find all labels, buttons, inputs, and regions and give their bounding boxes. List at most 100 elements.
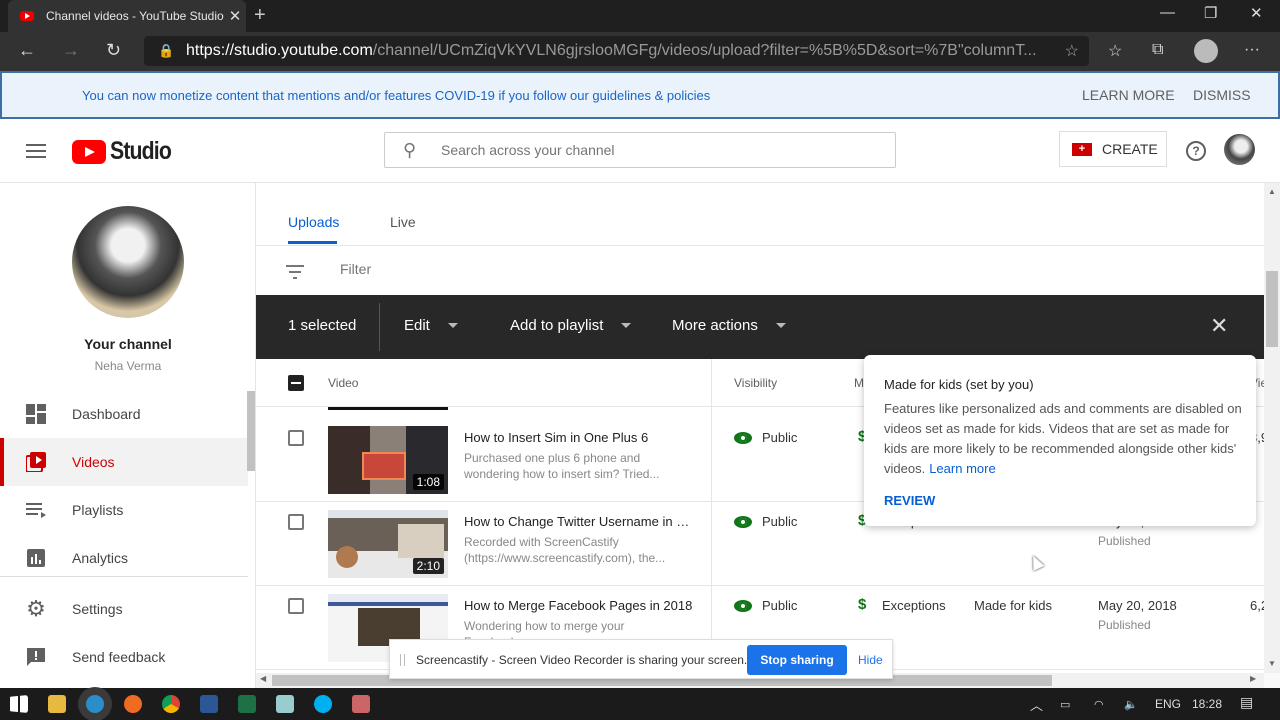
sidebar-item-send-feedback[interactable]: Send feedback [0, 633, 248, 681]
video-thumbnail[interactable]: 2:10 [328, 510, 448, 578]
address-bar-row: ← → ↻ 🔒 https://studio.youtube.com/chann… [0, 32, 1280, 71]
audience-status[interactable]: Made for kids [974, 598, 1052, 613]
close-tab-icon[interactable]: ✕ [224, 7, 246, 25]
new-tab-icon[interactable]: + [254, 4, 266, 27]
url-host: https://studio.youtube.com [186, 42, 373, 59]
sidebar-scrollbar[interactable] [247, 391, 255, 471]
close-icon[interactable]: ✕ [1210, 313, 1228, 339]
help-icon[interactable]: ? [1186, 141, 1206, 161]
column-video[interactable]: Video [328, 376, 358, 390]
forward-icon[interactable]: → [62, 40, 80, 61]
column-monetization[interactable]: M [854, 376, 864, 390]
review-button[interactable]: REVIEW [884, 493, 935, 508]
visibility-cell[interactable]: Public [734, 430, 797, 445]
drag-handle-icon[interactable] [400, 654, 405, 666]
volume-icon[interactable]: 🔈 [1124, 698, 1138, 711]
reload-icon[interactable]: ↻ [106, 40, 121, 61]
collections-icon[interactable]: ⧉ [1152, 41, 1163, 59]
notifications-icon[interactable]: ▤ [1240, 694, 1253, 711]
learn-more-link[interactable]: Learn more [929, 461, 995, 476]
video-title[interactable]: How to Merge Facebook Pages in 2018 [464, 598, 694, 613]
channel-avatar[interactable] [72, 206, 184, 318]
language-indicator[interactable]: ENG [1155, 697, 1181, 711]
scroll-down-icon[interactable]: ▼ [1268, 659, 1276, 668]
minimize-icon[interactable]: — [1160, 4, 1175, 21]
wifi-icon[interactable]: ◠ [1094, 698, 1104, 711]
scrollbar-thumb[interactable] [1266, 271, 1278, 347]
show-hidden-icons-icon[interactable]: ︿ [1030, 695, 1043, 714]
notepad-icon[interactable] [276, 695, 294, 713]
chrome-icon[interactable] [162, 695, 180, 713]
video-thumbnail[interactable]: 1:08 [328, 426, 448, 494]
word-icon[interactable] [200, 695, 218, 713]
stop-sharing-button[interactable]: Stop sharing [747, 645, 847, 675]
studio-logo[interactable]: Studio [72, 137, 182, 166]
windows-start-icon[interactable] [10, 695, 28, 713]
more-actions-dropdown[interactable]: More actions [672, 317, 786, 334]
filter-icon[interactable] [286, 265, 304, 283]
monetization-status[interactable]: Exceptions [882, 598, 946, 613]
video-title[interactable]: How to Change Twitter Username in 2... [464, 514, 694, 529]
vertical-scrollbar[interactable]: ▲ ▼ [1264, 183, 1280, 673]
file-explorer-icon[interactable] [48, 695, 66, 713]
close-window-icon[interactable]: ✕ [1250, 4, 1263, 22]
edge-icon[interactable] [86, 695, 104, 713]
url-path: /channel/UCmZiqVkYVLN6gjrslooMGFg/videos… [372, 42, 1037, 59]
visibility-cell[interactable]: Public [734, 598, 797, 613]
row-checkbox[interactable] [288, 430, 304, 446]
browser-tab[interactable]: Channel videos - YouTube Studio ✕ [8, 0, 246, 32]
your-channel-label[interactable]: Your channel [0, 336, 256, 352]
add-to-playlist-dropdown[interactable]: Add to playlist [510, 317, 632, 334]
visibility-cell[interactable]: Public [734, 514, 797, 529]
studio-header: Studio ⚲ + CREATE ? [0, 119, 1280, 183]
clock[interactable]: 18:28 [1192, 697, 1222, 711]
favorites-icon[interactable]: ☆ [1108, 41, 1122, 61]
profile-icon[interactable] [1194, 39, 1218, 63]
filter-input[interactable] [340, 261, 521, 277]
hamburger-menu-icon[interactable] [26, 144, 46, 158]
tab-uploads[interactable]: Uploads [288, 214, 339, 244]
browser-tab-bar: Channel videos - YouTube Studio ✕ + — ❐ … [0, 0, 1280, 32]
previous-row-thumbnail [328, 407, 448, 410]
search-icon: ⚲ [403, 139, 417, 160]
video-title[interactable]: How to Insert Sim in One Plus 6 [464, 430, 694, 445]
chevron-down-icon [447, 323, 458, 328]
sidebar-item-playlists[interactable]: Playlists [0, 486, 248, 534]
row-checkbox[interactable] [288, 598, 304, 614]
eye-icon [734, 599, 752, 612]
more-menu-icon[interactable]: ··· [1244, 41, 1260, 59]
battery-icon[interactable]: ▭ [1060, 698, 1070, 711]
excel-icon[interactable] [238, 695, 256, 713]
hide-button[interactable]: Hide [858, 653, 883, 667]
row-checkbox[interactable] [288, 514, 304, 530]
url-bar[interactable]: 🔒 https://studio.youtube.com/channel/UCm… [144, 36, 1089, 66]
tab-live[interactable]: Live [390, 214, 416, 230]
snipping-tool-icon[interactable] [352, 695, 370, 713]
learn-more-button[interactable]: LEARN MORE [1082, 87, 1175, 103]
firefox-icon[interactable] [124, 695, 142, 713]
sidebar-item-label: Videos [72, 454, 115, 470]
sidebar-item-dashboard[interactable]: Dashboard [0, 390, 248, 438]
back-icon[interactable]: ← [18, 40, 36, 61]
restore-icon[interactable]: ❐ [1204, 4, 1217, 22]
sidebar-item-label: Dashboard [72, 406, 141, 422]
create-button[interactable]: + CREATE [1059, 131, 1167, 167]
search-box[interactable]: ⚲ [384, 132, 896, 168]
star-icon[interactable]: ☆ [1065, 41, 1079, 61]
upload-date: May 20, 2018 [1098, 598, 1177, 613]
column-visibility[interactable]: Visibility [734, 376, 777, 390]
account-avatar[interactable] [1224, 134, 1255, 165]
scroll-right-icon[interactable]: ▶ [1250, 674, 1256, 683]
add-to-playlist-label: Add to playlist [510, 317, 604, 334]
search-input[interactable] [441, 142, 841, 158]
skype-icon[interactable] [314, 695, 332, 713]
sidebar-item-analytics[interactable]: Analytics [0, 534, 248, 582]
sidebar-item-videos[interactable]: Videos [0, 438, 248, 486]
scroll-up-icon[interactable]: ▲ [1268, 187, 1276, 196]
edit-dropdown[interactable]: Edit [404, 317, 458, 334]
eye-icon [734, 431, 752, 444]
select-all-checkbox[interactable] [288, 375, 304, 391]
sidebar-item-settings[interactable]: ⚙ Settings [0, 585, 248, 633]
dismiss-button[interactable]: DISMISS [1193, 87, 1251, 103]
scroll-left-icon[interactable]: ◀ [260, 674, 266, 683]
